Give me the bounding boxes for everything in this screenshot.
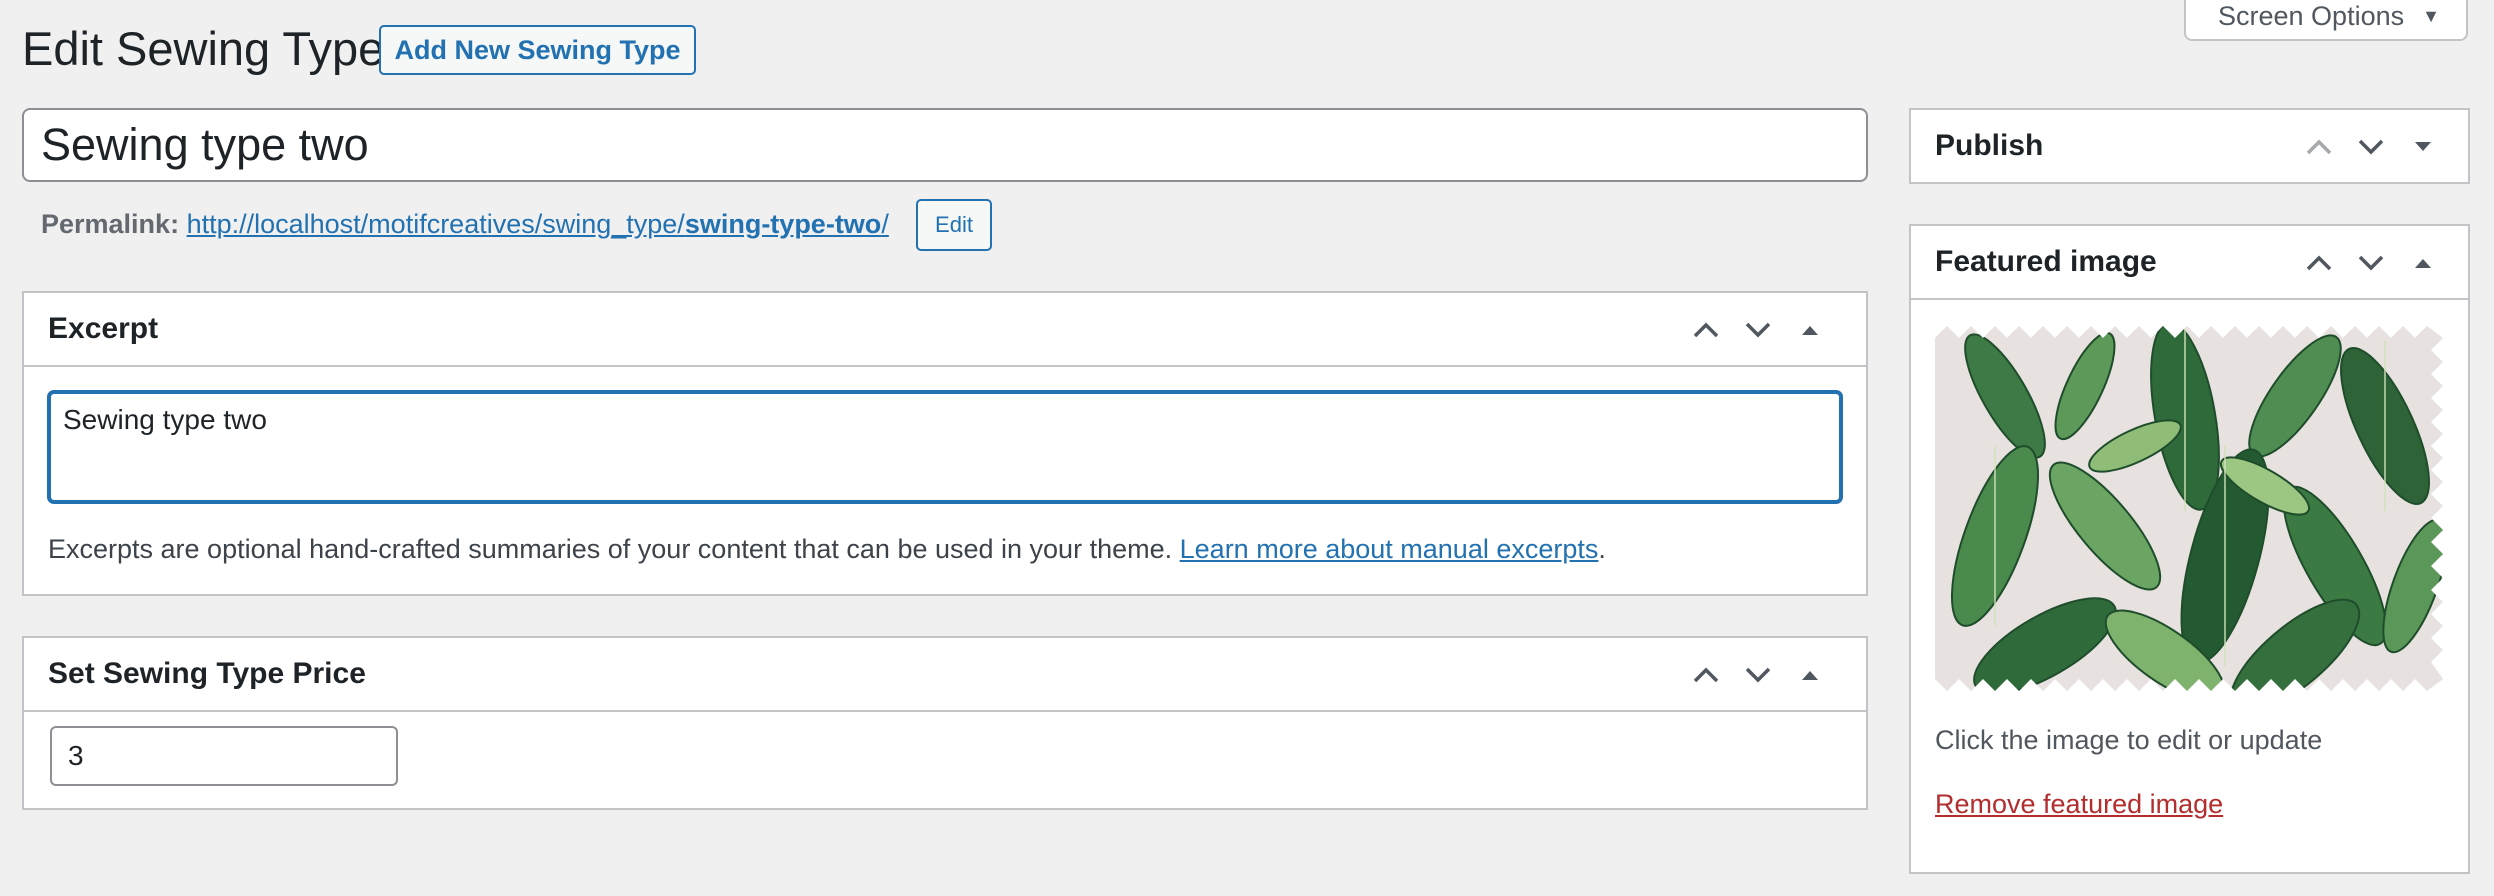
publish-heading: Publish — [1935, 129, 2044, 162]
chevron-up-icon[interactable] — [2299, 110, 2339, 182]
excerpt-postbox-header: Excerpt — [24, 293, 1866, 367]
remove-featured-image-row: Remove featured image — [1935, 784, 2223, 824]
permalink-link[interactable]: http://localhost/motifcreatives/swing_ty… — [187, 209, 889, 239]
excerpt-heading: Excerpt — [48, 312, 159, 345]
page-title: Edit Sewing Type — [22, 22, 385, 75]
permalink-label: Permalink: — [41, 209, 180, 239]
chevron-down-icon[interactable] — [2351, 226, 2391, 298]
excerpt-help-period: . — [1598, 534, 1606, 564]
triangle-toggle-icon[interactable] — [1790, 293, 1830, 365]
publish-postbox-header: Publish — [1911, 110, 2468, 182]
price-postbox-header: Set Sewing Type Price — [24, 638, 1866, 712]
excerpt-textarea[interactable]: Sewing type two — [48, 391, 1842, 503]
permalink-slug: swing-type-two — [684, 209, 882, 239]
excerpt-postbox: Excerpt Sewing type two Excerpts are opt… — [22, 291, 1868, 596]
chevron-up-icon[interactable] — [1686, 293, 1726, 365]
featured-image-note: Click the image to edit or update — [1935, 725, 2323, 755]
publish-postbox: Publish — [1909, 108, 2470, 184]
chevron-down-icon[interactable] — [2351, 110, 2391, 182]
screen-options-label: Screen Options — [2218, 1, 2405, 31]
permalink-trailing: / — [881, 209, 889, 239]
triangle-toggle-icon[interactable] — [2403, 110, 2443, 182]
post-title-input[interactable]: Sewing type two — [22, 108, 1868, 182]
permalink-base: http://localhost/motifcreatives/swing_ty… — [186, 209, 685, 239]
chevron-down-icon[interactable] — [1738, 638, 1778, 710]
triangle-toggle-icon[interactable] — [1790, 638, 1830, 710]
remove-featured-image-link[interactable]: Remove featured image — [1935, 789, 2223, 819]
screen-options-button[interactable]: Screen Options ▼ — [2184, 0, 2468, 41]
chevron-up-icon[interactable] — [2299, 226, 2339, 298]
featured-heading: Featured image — [1935, 245, 2157, 278]
triangle-down-icon: ▼ — [2422, 6, 2440, 26]
learn-more-excerpts-link[interactable]: Learn more about manual excerpts — [1180, 534, 1599, 564]
excerpt-help-copy: Excerpts are optional hand-crafted summa… — [48, 534, 1173, 564]
price-heading: Set Sewing Type Price — [48, 657, 366, 690]
excerpt-help-text: Excerpts are optional hand-crafted summa… — [48, 529, 1606, 569]
chevron-down-icon[interactable] — [1738, 293, 1778, 365]
permalink-edit-button[interactable]: Edit — [916, 199, 992, 251]
featured-postbox-header: Featured image — [1911, 226, 2468, 300]
triangle-toggle-icon[interactable] — [2403, 226, 2443, 298]
add-new-sewing-type-button[interactable]: Add New Sewing Type — [379, 25, 696, 75]
featured-image-postbox: Featured image Click the image to edit o… — [1909, 224, 2470, 874]
featured-image[interactable] — [1935, 326, 2443, 691]
sewing-type-price-postbox: Set Sewing Type Price 3 — [22, 636, 1868, 810]
permalink-row: Permalink: http://localhost/motifcreativ… — [41, 204, 889, 244]
chevron-up-icon[interactable] — [1686, 638, 1726, 710]
price-input[interactable]: 3 — [50, 726, 398, 786]
